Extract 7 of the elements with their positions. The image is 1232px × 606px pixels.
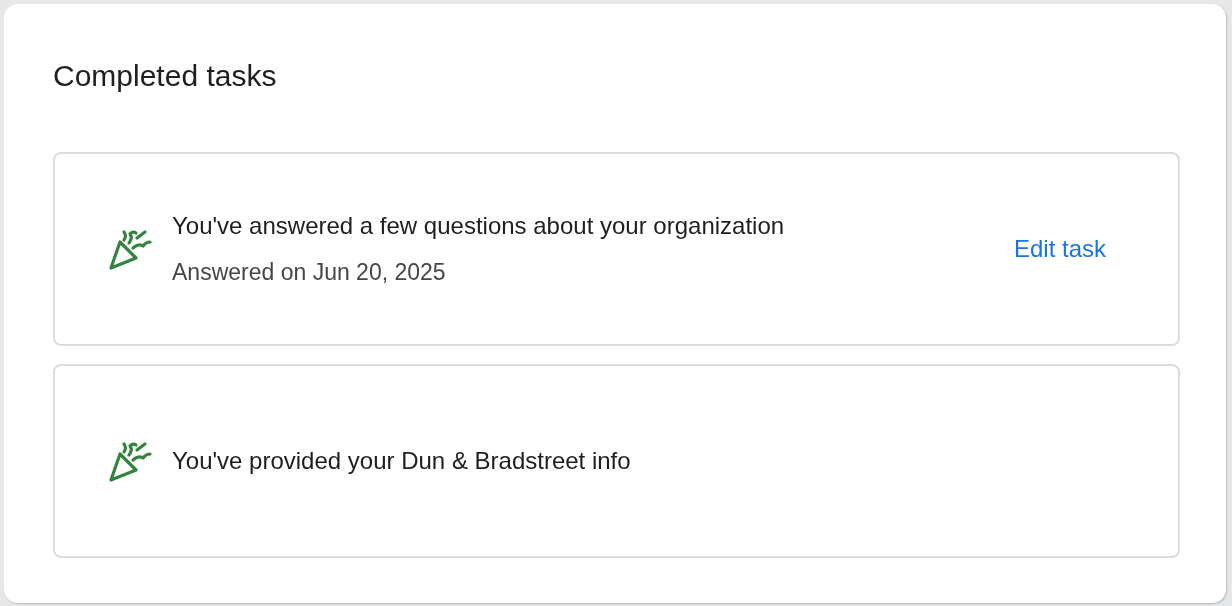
section-title: Completed tasks [53,58,278,94]
party-popper-icon [106,440,152,482]
party-popper-icon [106,228,152,270]
edit-task-link[interactable]: Edit task [1013,231,1106,267]
task-title: You've answered a few questions about your organization [172,211,786,241]
task-title: You've provided your Dun & Bradstreet info [172,446,632,476]
task-date: Answered on Jun 20, 2025 [172,258,447,287]
